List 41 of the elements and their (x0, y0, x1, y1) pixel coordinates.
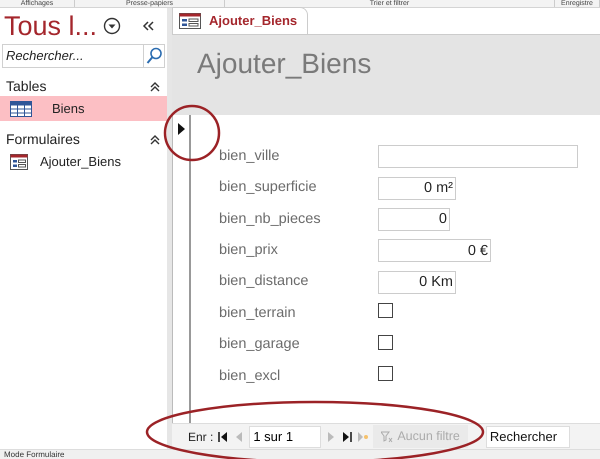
current-record-icon[interactable] (178, 123, 184, 135)
collapse-icon[interactable] (149, 80, 161, 92)
checkbox[interactable] (378, 303, 393, 318)
search-icon[interactable] (146, 47, 162, 65)
nav-pane-title[interactable]: Tous l... (4, 12, 103, 40)
group-header[interactable]: Tables (6, 76, 149, 96)
search-field[interactable]: Rechercher (486, 426, 570, 448)
checkbox[interactable] (378, 366, 393, 381)
field-label: bien_nb_pieces (218, 210, 322, 229)
input-field[interactable]: 0 Km (378, 270, 456, 294)
table-icon (10, 100, 32, 116)
input-field[interactable]: 0 (378, 208, 450, 231)
group-header[interactable]: Formulaires (6, 128, 149, 150)
form-icon (10, 154, 28, 170)
document-tab[interactable]: Ajouter_Biens (172, 7, 308, 34)
field-label: bien_excl (218, 366, 282, 386)
nav-item[interactable]: Ajouter_Biens (0, 149, 167, 174)
field-label: bien_terrain (218, 304, 297, 323)
filter-icon (381, 430, 394, 442)
collapse-pane-icon[interactable] (141, 20, 155, 32)
input-field[interactable]: 0 € (378, 239, 491, 262)
field-label: bien_ville (218, 146, 280, 166)
field-label: bien_distance (218, 272, 310, 292)
search-field[interactable]: Rechercher... (2, 44, 143, 68)
dropdown-icon[interactable] (103, 17, 121, 35)
checkbox[interactable] (378, 334, 393, 350)
input-field[interactable] (378, 145, 578, 168)
form-icon (179, 13, 201, 29)
status-bar-text: Mode Formulaire (0, 449, 600, 459)
form-title: Ajouter_Biens (197, 48, 372, 79)
annotation-ellipse (162, 103, 222, 163)
field-label: bien_prix (218, 240, 279, 260)
field-label: bien_superficie (218, 178, 318, 198)
last-record-icon[interactable] (341, 430, 354, 442)
input-field[interactable]: 0 m² (378, 176, 456, 200)
record-label: Enr : (188, 428, 214, 446)
field-label: bien_garage (218, 335, 301, 354)
collapse-icon[interactable] (149, 133, 161, 145)
first-record-icon[interactable] (217, 430, 230, 442)
nav-item[interactable]: Biens (0, 96, 167, 121)
record-position-field[interactable]: 1 sur 1 (249, 426, 322, 448)
